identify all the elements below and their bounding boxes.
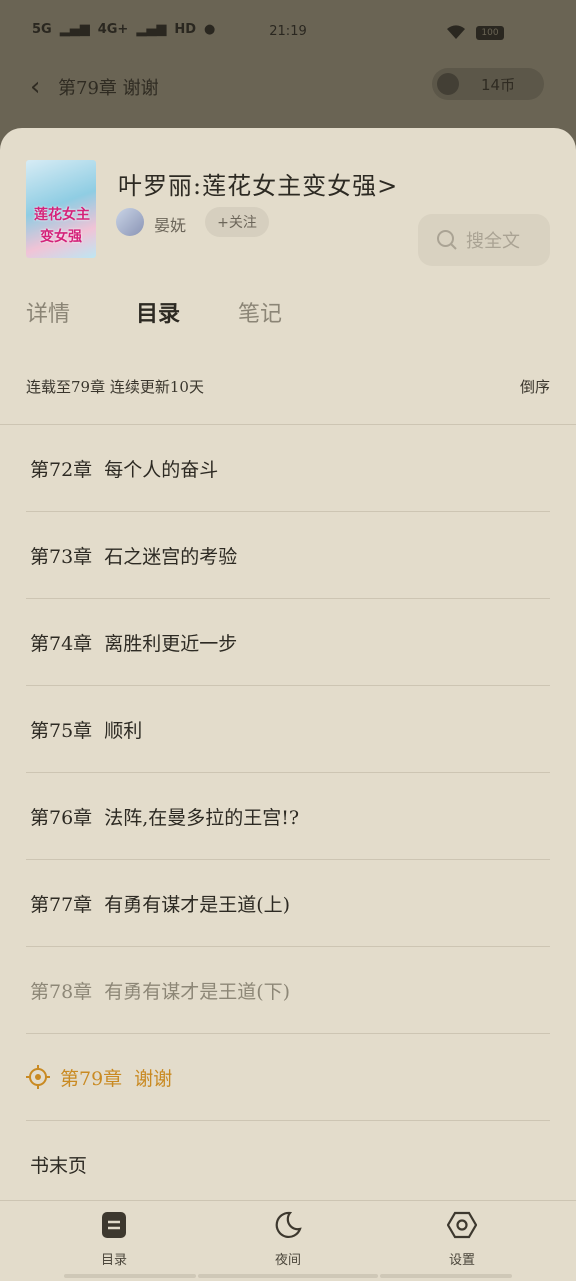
chapter-row[interactable]: 第78章 有勇有谋才是王道(下): [26, 947, 550, 1034]
chapter-row[interactable]: 第76章 法阵,在曼多拉的王宫!?: [26, 773, 550, 860]
end-page-label: 书末页: [30, 1154, 88, 1177]
update-status: 连载至79章 连续更新10天: [26, 378, 204, 396]
chapter-number: 第78章: [30, 980, 93, 1003]
search-placeholder: 搜全文: [466, 231, 520, 252]
sort-order-button[interactable]: 倒序: [520, 376, 550, 397]
author-name[interactable]: 晏妩: [154, 212, 186, 236]
cover-text: 莲花女主: [34, 207, 90, 223]
chapter-number: 第72章: [30, 458, 93, 481]
bottom-navigation: 目录 夜间 设置: [0, 1200, 576, 1281]
chapter-row[interactable]: 第77章 有勇有谋才是王道(上): [26, 860, 550, 947]
chapter-number: 第76章: [30, 806, 93, 829]
battery-icon: 100: [476, 26, 504, 40]
home-indicator: [380, 1274, 512, 1278]
book-cover[interactable]: 莲花女主 变女强: [26, 160, 96, 258]
cover-text-2: 变女强: [40, 229, 82, 245]
toc-icon: [102, 1212, 126, 1238]
chapter-title: 法阵,在曼多拉的王宫!?: [104, 806, 300, 829]
nav-label: 目录: [100, 1253, 127, 1268]
home-indicator: [64, 1274, 196, 1278]
nav-label: 设置: [448, 1253, 475, 1268]
chapter-title: 离胜利更近一步: [104, 632, 238, 655]
chapter-number: 第75章: [30, 719, 93, 742]
moon-icon: [275, 1211, 302, 1239]
nav-settings[interactable]: 设置: [422, 1211, 502, 1268]
nav-label: 夜间: [274, 1253, 301, 1268]
chapter-title: 顺利: [104, 719, 143, 742]
tab-details[interactable]: 详情: [26, 296, 70, 328]
back-icon[interactable]: ‹: [30, 74, 40, 100]
nav-catalog[interactable]: 目录: [74, 1211, 154, 1268]
chapter-title: 有勇有谋才是王道(上): [104, 893, 291, 916]
chapter-row[interactable]: 第74章 离胜利更近一步: [26, 599, 550, 686]
catalog-sheet: 莲花女主 变女强 叶罗丽:莲花女主变女强> 晏妩 +关注 搜全文 详情 目录 笔…: [0, 128, 576, 1281]
chapter-title: 谢谢: [134, 1067, 173, 1090]
chapter-row[interactable]: 第75章 顺利: [26, 686, 550, 773]
chapter-list: 第72章 每个人的奋斗 第73章 石之迷宫的考验 第74章 离胜利更近一步 第75章顺…: [26, 425, 550, 1208]
status-bar: 5G ▂▄▆ 4G+ ▂▄▆ HD ● 21:19 100: [0, 0, 576, 64]
end-page-row[interactable]: 书末页: [26, 1121, 550, 1208]
reader-header: ‹ 第79章 谢谢 14币: [0, 64, 576, 114]
chapter-title: 每个人的奋斗: [104, 458, 219, 481]
wifi-icon: [447, 25, 465, 39]
chapter-number: 第77章: [30, 893, 93, 916]
tab-notes[interactable]: 笔记: [238, 296, 282, 328]
chapter-number: 第74章: [30, 632, 93, 655]
chapter-row[interactable]: 第72章 每个人的奋斗: [26, 425, 550, 512]
current-chapter-title: 第79章 谢谢: [58, 78, 159, 99]
book-title[interactable]: 叶罗丽:莲花女主变女强>: [118, 166, 398, 201]
catalog-info: 连载至79章 连续更新10天 倒序: [26, 376, 550, 397]
locate-icon: [26, 1065, 50, 1089]
chapter-row-current[interactable]: 第79章 谢谢: [26, 1034, 550, 1121]
coin-balance[interactable]: 14币: [432, 68, 544, 100]
chapter-number: 第79章: [60, 1067, 123, 1090]
coin-count: 14币: [481, 75, 516, 94]
avatar[interactable]: [116, 208, 144, 236]
chapter-title: 有勇有谋才是王道(下): [104, 980, 291, 1003]
chapter-number: 第73章: [30, 545, 93, 568]
search-input[interactable]: 搜全文: [418, 214, 550, 266]
settings-icon: [446, 1211, 478, 1239]
home-indicator: [198, 1274, 378, 1278]
tab-catalog[interactable]: 目录: [136, 296, 180, 328]
search-icon: [437, 230, 457, 250]
nav-night-mode[interactable]: 夜间: [248, 1211, 328, 1268]
coin-icon: [437, 73, 459, 95]
follow-button[interactable]: +关注: [205, 207, 269, 237]
chapter-row[interactable]: 第73章 石之迷宫的考验: [26, 512, 550, 599]
chapter-title: 石之迷宫的考验: [104, 545, 238, 568]
